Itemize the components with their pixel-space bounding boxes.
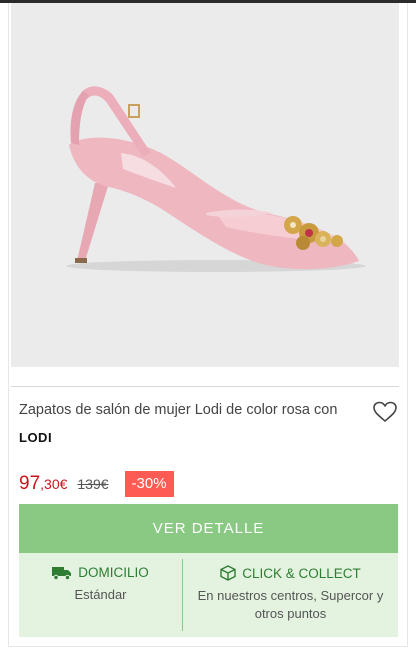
product-title[interactable]: Zapatos de salón de mujer Lodi de color … [19, 402, 364, 418]
delivery-collect[interactable]: CLICK & COLLECT En nuestros centros, Sup… [183, 553, 398, 637]
product-image[interactable] [11, 3, 399, 367]
delivery-collect-detail: En nuestros centros, Supercor y otros pu… [197, 588, 384, 621]
delivery-options: DOMICILIO Estándar CLICK & COLLECT En nu… [19, 553, 398, 637]
price-row: 97 ,30€ 139€ -30% [19, 470, 174, 498]
view-detail-button[interactable]: VER DETALLE [19, 504, 398, 553]
shoe-illustration [66, 86, 366, 272]
delivery-home-label: DOMICILIO [78, 565, 149, 580]
delivery-collect-label: CLICK & COLLECT [242, 565, 361, 581]
divider [11, 386, 399, 387]
delivery-home-detail: Estándar [74, 587, 127, 602]
discount-badge: -30% [124, 471, 174, 497]
heart-icon[interactable] [373, 401, 397, 423]
price-current-integer: 97 [19, 473, 41, 494]
price-original: 139€ [77, 476, 109, 492]
delivery-collect-header: CLICK & COLLECT [220, 565, 361, 581]
brand-name[interactable]: LODI [19, 430, 52, 445]
delivery-home[interactable]: DOMICILIO Estándar [19, 553, 182, 637]
price-current-decimal: ,30€ [40, 476, 68, 492]
truck-icon [52, 566, 72, 580]
delivery-home-header: DOMICILIO [52, 565, 149, 580]
box-icon [220, 565, 236, 581]
